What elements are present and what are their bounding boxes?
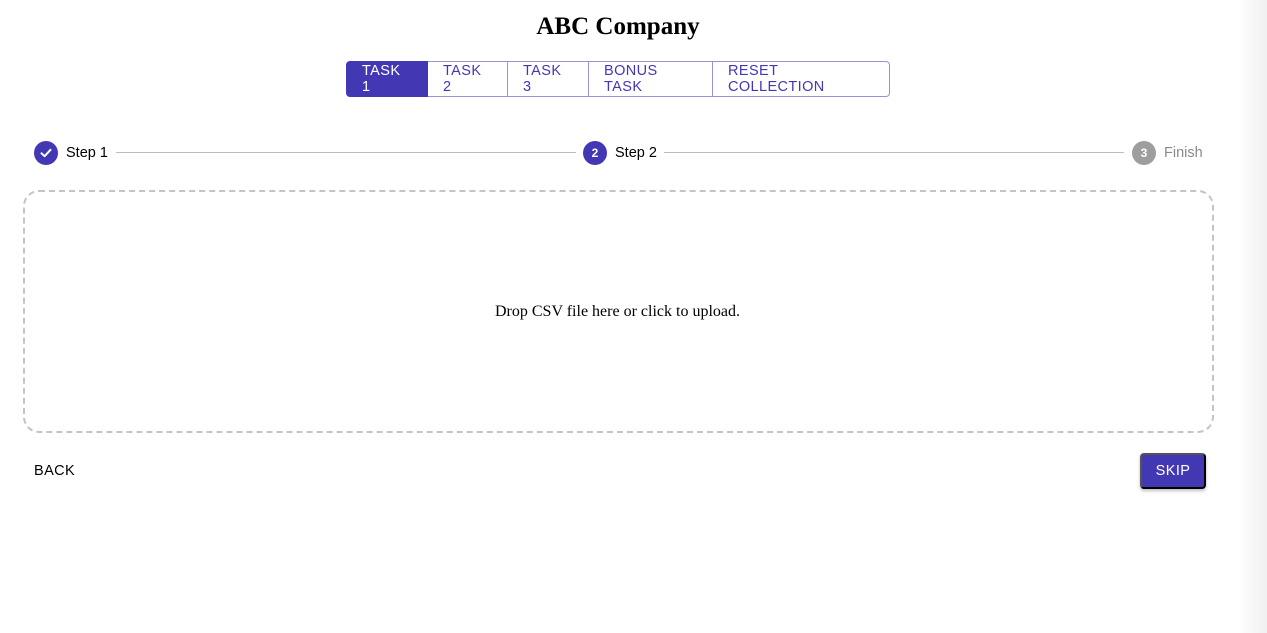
tab-task-3[interactable]: TASK 3 (508, 61, 589, 97)
step-finish: 3 Finish (1132, 141, 1203, 165)
stepper: Step 1 2 Step 2 3 Finish (34, 141, 1204, 165)
check-icon (34, 141, 58, 165)
task-tab-group: TASK 1 TASK 2 TASK 3 BONUS TASK RESET CO… (346, 61, 890, 97)
tab-task-2[interactable]: TASK 2 (428, 61, 508, 97)
step-2-number-icon: 2 (583, 141, 607, 165)
step-3-number-icon: 3 (1132, 141, 1156, 165)
step-connector-2 (664, 152, 1124, 153)
tab-task-1[interactable]: TASK 1 (346, 61, 428, 97)
scroll-edge-shadow (1239, 0, 1267, 633)
step-1: Step 1 (34, 141, 108, 165)
step-2: 2 Step 2 (583, 141, 657, 165)
page: ABC Company TASK 1 TASK 2 TASK 3 BONUS T… (0, 0, 1267, 633)
page-title: ABC Company (536, 13, 700, 40)
csv-upload-dropzone[interactable]: Drop CSV file here or click to upload. (23, 190, 1214, 433)
skip-button[interactable]: SKIP (1140, 453, 1206, 489)
tab-bonus-task[interactable]: BONUS TASK (589, 61, 713, 97)
step-1-label: Step 1 (66, 145, 108, 161)
tab-reset-collection[interactable]: RESET COLLECTION (713, 61, 890, 97)
step-connector-1 (116, 152, 576, 153)
step-finish-label: Finish (1164, 145, 1203, 161)
back-button[interactable]: BACK (24, 455, 85, 487)
step-2-label: Step 2 (615, 145, 657, 161)
dropzone-instructions: Drop CSV file here or click to upload. (495, 302, 740, 320)
